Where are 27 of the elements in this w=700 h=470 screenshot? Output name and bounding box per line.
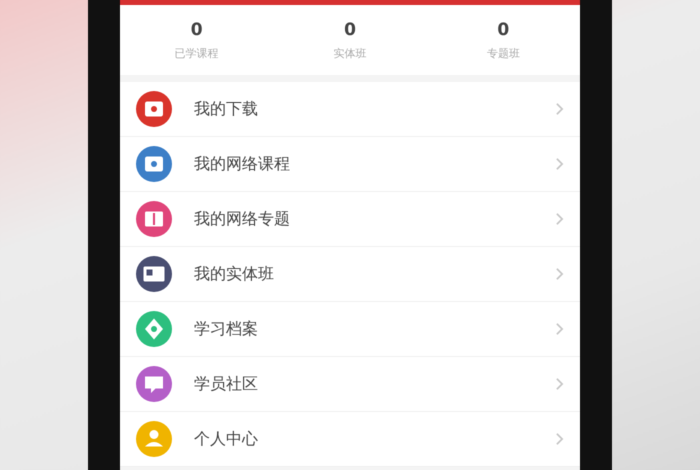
menu-item[interactable]: 我的实体班 — [120, 247, 580, 302]
stat-label: 已学课程 — [174, 46, 219, 60]
chevron-icon — [555, 322, 564, 336]
stat-label: 专题班 — [486, 46, 520, 60]
menu-item[interactable]: 我的网络课程 — [120, 137, 580, 192]
menu-label: 我的网络课程 — [194, 154, 291, 174]
chevron-icon — [555, 102, 564, 116]
menu-label: 学员社区 — [194, 374, 259, 394]
chevron-icon — [555, 432, 564, 446]
chevron-icon — [555, 212, 564, 226]
chevron-icon — [555, 157, 564, 171]
stat-count: 0 — [190, 20, 203, 40]
menu-label: 我的实体班 — [194, 264, 275, 284]
menu-item[interactable]: 我的网络专题 — [120, 192, 580, 247]
stat-count: 0 — [344, 20, 356, 40]
menu-item[interactable]: 学习档案 — [120, 302, 580, 357]
menu-item[interactable]: 我的下载 — [120, 82, 580, 137]
menu-label: 学习档案 — [194, 318, 259, 340]
menu-item[interactable]: 个人中心 — [120, 412, 580, 467]
menu-item[interactable]: 学员社区 — [120, 357, 580, 412]
stat-label: 实体班 — [333, 46, 366, 60]
chevron-icon — [555, 377, 564, 391]
menu-label: 我的下载 — [194, 98, 259, 120]
menu-label: 个人中心 — [194, 428, 259, 450]
chevron-icon — [555, 267, 564, 281]
stat-count: 0 — [497, 20, 510, 40]
menu-label: 我的网络专题 — [194, 208, 291, 230]
